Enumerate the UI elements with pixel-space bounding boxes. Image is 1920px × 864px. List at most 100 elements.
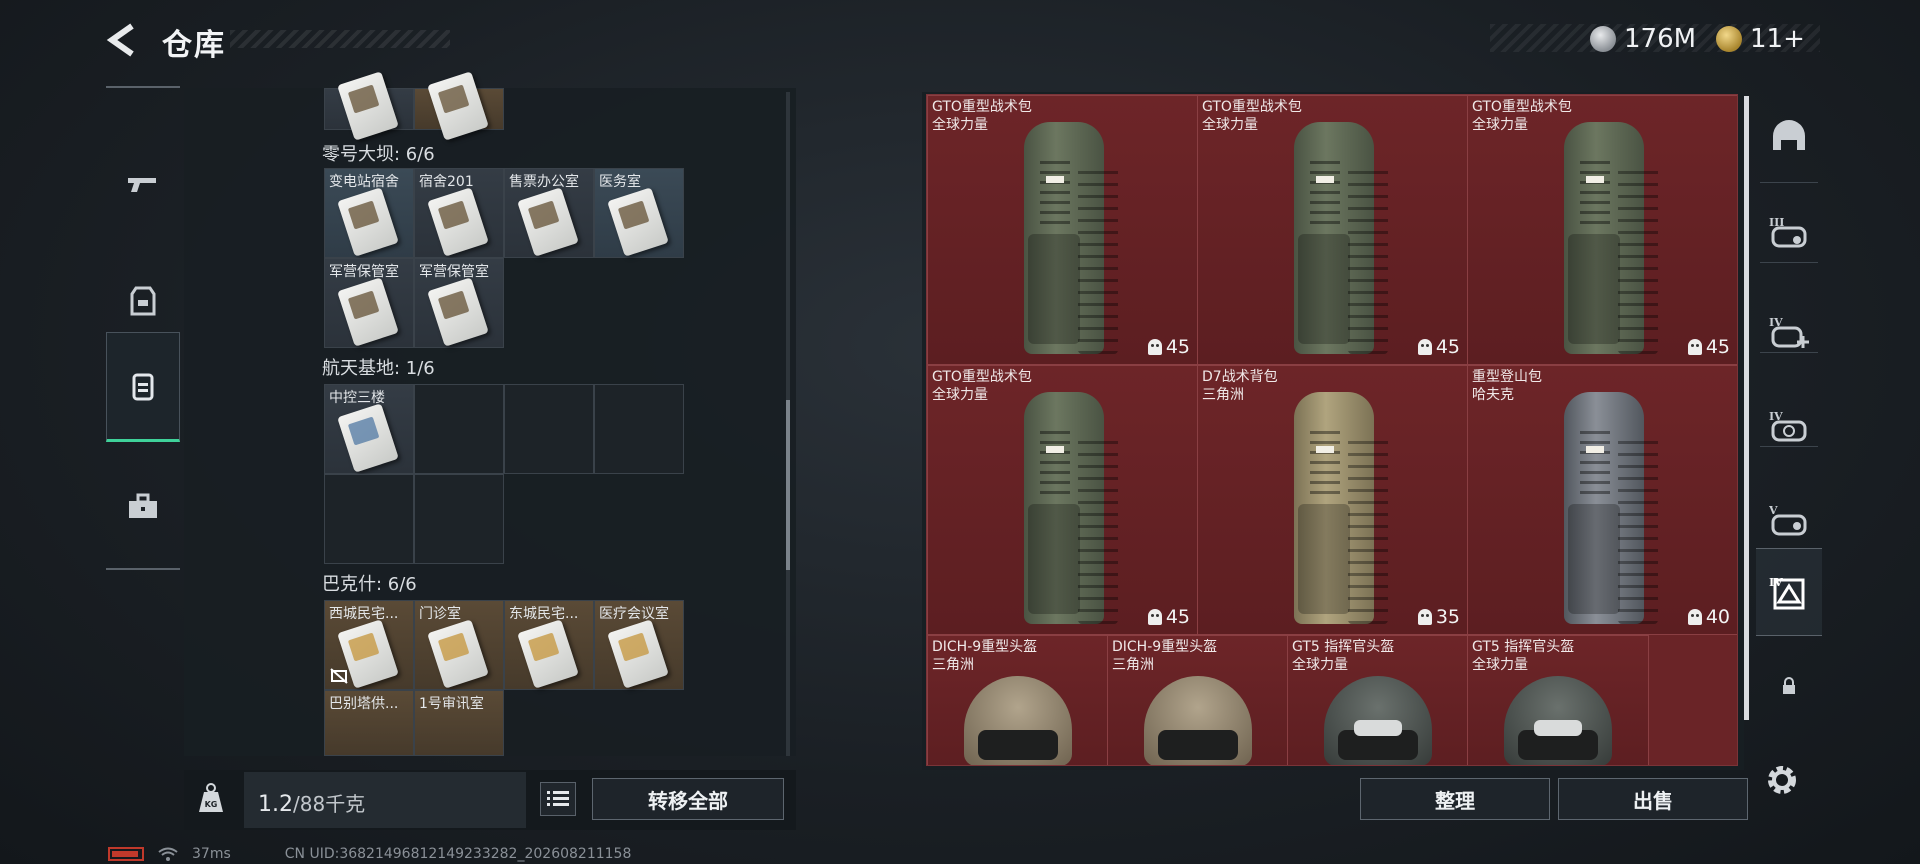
key-slot[interactable]: 军营保管室 [414,258,504,348]
empty-slot[interactable] [414,474,504,564]
item-scrollbar[interactable] [1744,96,1749,720]
currency-gold[interactable]: 11+ [1716,22,1805,56]
key-slot[interactable]: 医疗会议室 [594,600,684,690]
filter-tier4[interactable]: IV [1756,382,1822,470]
title-stripe-decor [230,30,450,48]
transfer-all-button[interactable]: 转移全部 [592,778,784,820]
keycard-icon [427,277,489,347]
helmet-filter-icon [1773,120,1805,150]
helmet-image [964,676,1072,765]
keycard-icon [427,619,489,689]
item-cell-backpack[interactable]: GTO重型战术包 全球力量 45 [1467,95,1737,365]
item-name: DICH-9重型头盔 三角洲 [1112,639,1218,673]
item-name: GTO重型战术包 全球力量 [932,369,1032,403]
rail-weapons[interactable] [106,128,180,238]
filter-locked[interactable] [1756,642,1822,730]
no-carry-icon [330,668,348,684]
empty-slot[interactable] [504,384,594,474]
filter-tier4-plus[interactable]: IV [1756,288,1822,376]
empty-slot[interactable] [414,384,504,474]
backpack-image [1554,114,1658,354]
helmet-image [1504,676,1612,765]
item-name: DICH-9重型头盔 三角洲 [932,639,1038,673]
weight-max: /88千克 [293,792,366,816]
lock-icon [1783,677,1795,694]
key-slot[interactable]: 门诊室 [414,600,504,690]
list-view-button[interactable] [540,782,576,816]
key-name: 东城民宅... [509,606,579,622]
key-slot[interactable]: 宿舍201 [414,168,504,258]
item-name: GTO重型战术包 全球力量 [932,99,1032,133]
key-slot[interactable]: 医务室 [594,168,684,258]
item-cell-backpack[interactable]: GTO重型战术包 全球力量 45 [927,95,1199,365]
item-grid: GTO重型战术包 全球力量 45 GTO重型战术包 全球力量 45 GTO重型战… [926,94,1738,766]
key-name: 变电站宿舍 [329,174,399,190]
gold-coin-icon [1716,26,1742,52]
durability-icon [1417,339,1432,355]
filter-divider [1760,352,1818,353]
silver-coin-icon [1590,26,1616,52]
item-name: GTO重型战术包 全球力量 [1472,99,1572,133]
item-cell-helmet[interactable]: GT5 指挥官头盔 全球力量 [1287,635,1469,765]
tier4-helmet-icon: IV [1769,410,1807,442]
key-name: 西城民宅... [329,606,399,622]
key-name: 医疗会议室 [599,606,669,622]
empty-slot[interactable] [324,474,414,564]
filter-divider [1760,446,1818,447]
key-slot[interactable] [324,71,414,141]
empty-slot[interactable] [594,384,684,474]
sell-button[interactable]: 出售 [1558,778,1748,820]
keycard-icon [337,403,399,473]
helmet-image [1324,676,1432,765]
backpack-image [1014,384,1118,624]
key-slot[interactable] [414,71,504,141]
battery-icon [108,847,144,861]
item-name: GT5 指挥官头盔 全球力量 [1292,639,1395,673]
key-slot[interactable]: 巴别塔供... [324,690,414,756]
filter-divider [1760,262,1818,263]
storage-scroll-thumb[interactable] [786,400,790,570]
filter-tier4-delta[interactable]: IV [1756,548,1822,636]
item-cell-helmet[interactable]: DICH-9重型头盔 三角洲 [927,635,1109,765]
key-slot[interactable]: 中控三楼 [324,384,414,474]
currency-silver[interactable]: 176M [1590,22,1696,56]
durability: 45 [1687,336,1730,358]
key-name: 医务室 [599,174,641,190]
item-cell-backpack[interactable]: 重型登山包 哈夫克 40 [1467,365,1737,635]
item-cell-helmet[interactable]: GT5 指挥官头盔 全球力量 [1467,635,1649,765]
key-slot[interactable]: 东城民宅... [504,600,594,690]
rail-backpacks[interactable] [106,332,180,442]
key-slot[interactable]: 军营保管室 [324,258,414,348]
durability-icon [1687,609,1702,625]
toolbox-icon [129,493,157,518]
key-name: 中控三楼 [329,390,385,406]
durability-icon [1147,609,1162,625]
filter-all-helmets[interactable] [1756,92,1822,180]
item-name: 重型登山包 哈夫克 [1472,369,1542,403]
backpack-image [1014,114,1118,354]
keycard-icon [607,619,669,689]
durability: 45 [1417,336,1460,358]
item-cell-helmet[interactable]: DICH-9重型头盔 三角洲 [1107,635,1289,765]
weight-readout: 1.2/88千克 [258,788,365,817]
durability-icon [1147,339,1162,355]
sort-button[interactable]: 整理 [1360,778,1550,820]
tier4-delta-helmet-icon: IV [1769,576,1805,610]
back-arrow-icon[interactable] [104,22,140,58]
backpack-image [1284,384,1388,624]
keycard-icon [337,277,399,347]
key-slot[interactable]: 变电站宿舍 [324,168,414,258]
item-cell-backpack[interactable]: GTO重型战术包 全球力量 45 [1197,95,1469,365]
item-cell-backpack[interactable]: GTO重型战术包 全球力量 45 [927,365,1199,635]
key-slot[interactable]: 1号审讯室 [414,690,504,756]
settings-gear-icon[interactable] [1762,760,1802,800]
key-name: 售票办公室 [509,174,579,190]
item-cell-backpack[interactable]: D7战术背包 三角洲 35 [1197,365,1469,635]
item-name: D7战术背包 三角洲 [1202,369,1278,403]
wifi-icon [158,847,178,861]
weight-current: 1.2 [258,792,293,817]
group-label-dam: 零号大坝: 6/6 [322,144,435,165]
key-slot[interactable]: 西城民宅... [324,600,414,690]
rail-toolbox[interactable] [106,452,180,562]
key-slot[interactable]: 售票办公室 [504,168,594,258]
